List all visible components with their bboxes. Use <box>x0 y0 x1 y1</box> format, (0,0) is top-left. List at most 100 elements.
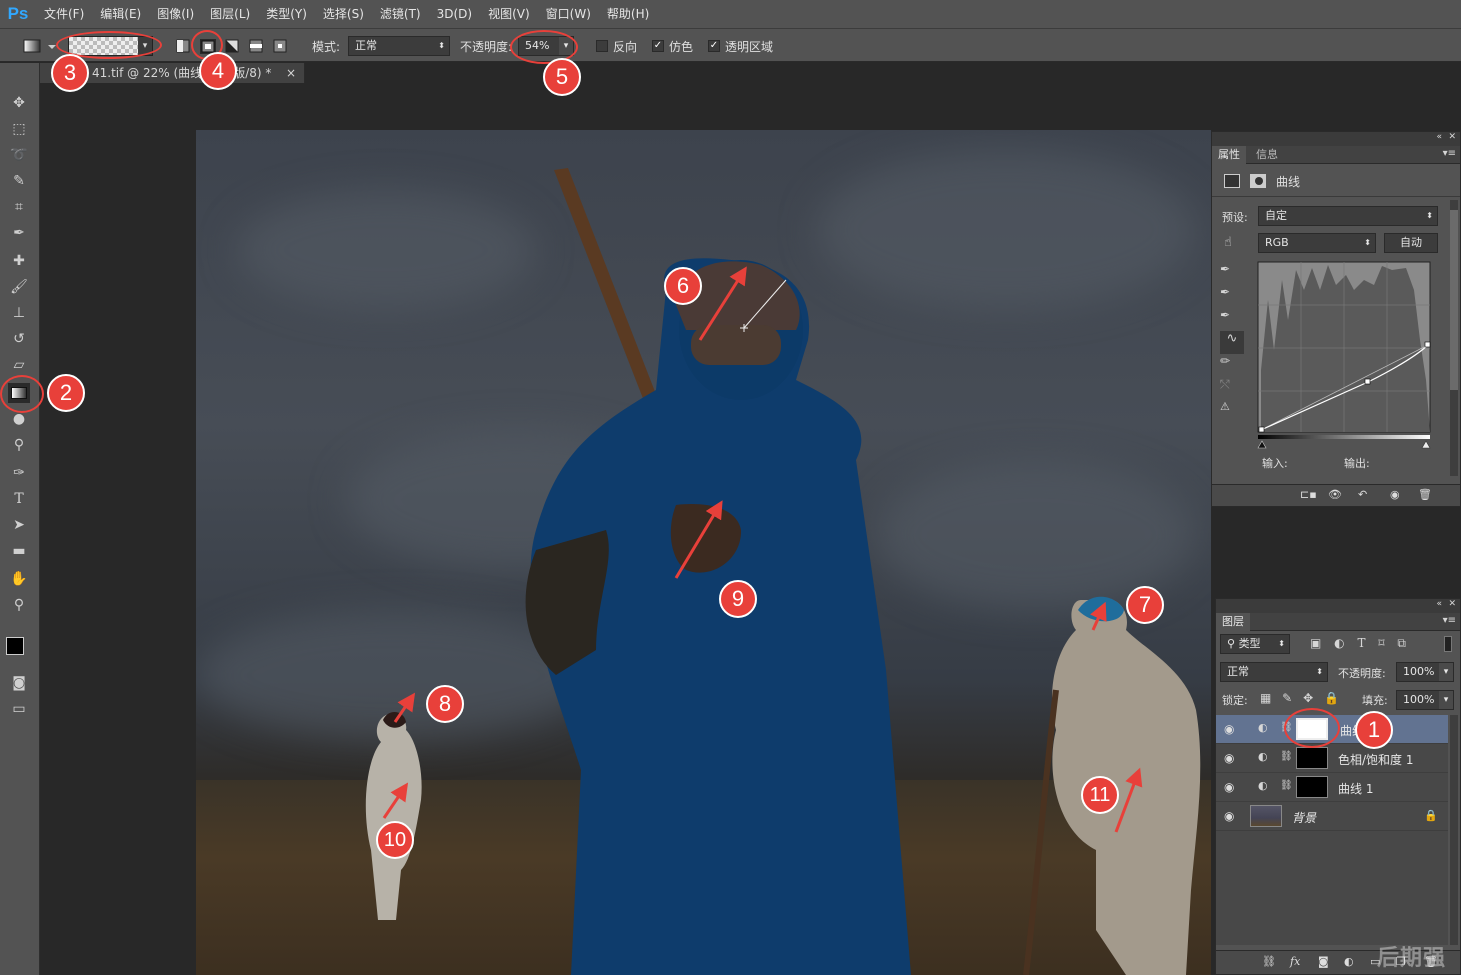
smooth-icon[interactable]: ⤲ <box>1220 377 1244 400</box>
lasso-tool-icon[interactable]: ➰ <box>8 145 30 165</box>
crop-tool-icon[interactable]: ⌗ <box>8 197 30 217</box>
tab-layers[interactable]: 图层 <box>1216 613 1250 631</box>
eyedropper-white-icon[interactable]: ✒ <box>1220 308 1244 331</box>
link-layers-icon[interactable]: ⛓ <box>1262 955 1276 968</box>
view-previous-icon[interactable]: 👁 <box>1328 488 1342 501</box>
layer-name[interactable]: 背景 <box>1292 809 1316 826</box>
visibility-eye-icon[interactable]: ◉ <box>1224 809 1234 823</box>
angle-gradient-icon[interactable] <box>225 39 239 53</box>
pixel-filter-icon[interactable]: ▣ <box>1310 636 1321 650</box>
type-filter-icon[interactable]: T <box>1357 636 1365 650</box>
radial-gradient-icon[interactable] <box>200 39 216 54</box>
mask-icon[interactable] <box>1249 174 1266 188</box>
close-icon[interactable]: × <box>286 63 296 83</box>
marquee-tool-icon[interactable]: ⬚ <box>8 119 30 139</box>
properties-scrollbar[interactable] <box>1450 200 1458 476</box>
menu-filter[interactable]: 滤镜(T) <box>372 0 429 28</box>
reverse-checkbox[interactable] <box>596 40 608 52</box>
layer-name[interactable]: 曲线 2 <box>1340 722 1375 739</box>
document-image[interactable] <box>196 130 1211 975</box>
visibility-icon[interactable]: ◉ <box>1390 488 1400 501</box>
history-brush-tool-icon[interactable]: ↺ <box>8 329 30 349</box>
clip-to-layer-icon[interactable]: ⊏▪ <box>1300 488 1317 501</box>
auto-button[interactable]: 自动 <box>1384 233 1438 253</box>
lock-all-icon[interactable]: 🔒 <box>1324 691 1339 705</box>
fill-input[interactable]: 100% ▾ <box>1396 690 1454 710</box>
smart-object-filter-icon[interactable]: ⧉ <box>1397 636 1406 650</box>
chain-link-icon[interactable]: ⛓ <box>1280 722 1293 733</box>
document-tab[interactable]: 41.tif @ 22% (曲线 2, 蒙版/8) * × <box>40 63 305 83</box>
shape-tool-icon[interactable]: ▬ <box>8 541 30 561</box>
filter-toggle[interactable] <box>1444 636 1452 652</box>
eyedropper-tool-icon[interactable]: ✒ <box>8 223 30 243</box>
color-swatches[interactable] <box>6 637 36 667</box>
lock-pixels-icon[interactable]: ✎ <box>1282 691 1292 705</box>
menu-view[interactable]: 视图(V) <box>480 0 538 28</box>
menu-help[interactable]: 帮助(H) <box>599 0 657 28</box>
chevron-down-icon[interactable]: ▾ <box>1439 663 1453 681</box>
lock-position-icon[interactable]: ✥ <box>1303 691 1313 705</box>
gradient-picker[interactable]: ▾ <box>68 36 153 56</box>
pencil-icon[interactable]: ✏ <box>1220 354 1244 377</box>
eraser-tool-icon[interactable]: ▱ <box>8 355 30 375</box>
brush-tool-icon[interactable]: 🖌 <box>8 277 30 297</box>
curve-point-icon[interactable]: ∿ <box>1220 331 1244 354</box>
curves-graph[interactable] <box>1256 260 1434 450</box>
mode-select[interactable]: 正常 ⬍ <box>348 36 450 56</box>
collapse-icon[interactable]: « <box>1436 599 1442 609</box>
layer-row-curves-1[interactable]: ◉ ◐ ⛓ 曲线 1 <box>1216 773 1448 802</box>
layer-mask-thumbnail[interactable] <box>1296 718 1328 740</box>
screen-mode-icon[interactable]: ▭ <box>8 699 30 719</box>
visibility-eye-icon[interactable]: ◉ <box>1224 722 1234 736</box>
target-adjust-icon[interactable]: ☝ <box>1224 235 1232 250</box>
layer-row-hue-saturation-1[interactable]: ◉ ◐ ⛓ 色相/饱和度 1 <box>1216 744 1448 773</box>
panel-menu-icon[interactable]: ▾≡ <box>1443 615 1456 626</box>
reflected-gradient-icon[interactable] <box>249 39 263 53</box>
menu-file[interactable]: 文件(F) <box>36 0 92 28</box>
gradient-tool-icon[interactable] <box>8 383 30 403</box>
move-tool-icon[interactable]: ✥ <box>8 93 30 113</box>
layer-mask-thumbnail[interactable] <box>1296 747 1328 769</box>
tab-info[interactable]: 信息 <box>1250 146 1284 164</box>
shape-filter-icon[interactable]: ⌑ <box>1378 636 1384 650</box>
layer-row-curves-2[interactable]: ◉ ◐ ⛓ 曲线 2 <box>1216 715 1448 744</box>
layer-opacity-input[interactable]: 100% ▾ <box>1396 662 1454 682</box>
quick-select-tool-icon[interactable]: ✎ <box>8 171 30 191</box>
menu-3d[interactable]: 3D(D) <box>429 0 480 28</box>
add-mask-icon[interactable]: ◙ <box>1318 955 1329 968</box>
dodge-tool-icon[interactable]: ⚲ <box>8 435 30 455</box>
healing-tool-icon[interactable]: ✚ <box>8 251 30 271</box>
layers-scrollbar[interactable] <box>1450 715 1458 945</box>
chevron-down-icon[interactable]: ▾ <box>559 37 573 55</box>
diamond-gradient-icon[interactable] <box>273 39 287 53</box>
layer-mask-thumbnail[interactable] <box>1296 776 1328 798</box>
zoom-tool-icon[interactable]: ⚲ <box>8 595 30 615</box>
menu-edit[interactable]: 编辑(E) <box>92 0 149 28</box>
stamp-tool-icon[interactable]: ⊥ <box>8 303 30 323</box>
chevron-down-icon[interactable]: ▾ <box>1439 691 1453 709</box>
menu-image[interactable]: 图像(I) <box>149 0 202 28</box>
pen-tool-icon[interactable]: ✑ <box>8 463 30 483</box>
eyedropper-gray-icon[interactable]: ✒ <box>1220 285 1244 308</box>
dither-checkbox[interactable]: ✓ <box>652 40 664 52</box>
linear-gradient-icon[interactable] <box>176 39 190 53</box>
tool-preset-picker[interactable] <box>22 37 58 55</box>
menu-type[interactable]: 类型(Y) <box>258 0 315 28</box>
collapse-icon[interactable]: « <box>1436 132 1442 142</box>
tab-properties[interactable]: 属性 <box>1212 146 1246 164</box>
lock-transparent-icon[interactable]: ▦ <box>1260 691 1271 705</box>
path-select-tool-icon[interactable]: ➤ <box>8 515 30 535</box>
layer-thumbnail[interactable] <box>1250 805 1282 827</box>
reset-icon[interactable]: ↶ <box>1358 488 1367 501</box>
blur-tool-icon[interactable]: ● <box>8 409 30 429</box>
menu-layer[interactable]: 图层(L) <box>202 0 258 28</box>
layer-row-background[interactable]: ◉ 背景 🔒 <box>1216 802 1448 831</box>
blend-mode-select[interactable]: 正常 ⬍ <box>1220 662 1328 682</box>
type-tool-icon[interactable]: T <box>8 489 30 509</box>
transparency-checkbox[interactable]: ✓ <box>708 40 720 52</box>
panel-menu-icon[interactable]: ▾≡ <box>1443 148 1456 159</box>
chain-link-icon[interactable]: ⛓ <box>1280 751 1293 762</box>
clipping-warning-icon[interactable]: ⚠ <box>1220 400 1244 423</box>
channel-select[interactable]: RGB ⬍ <box>1258 233 1376 253</box>
hand-tool-icon[interactable]: ✋ <box>8 569 30 589</box>
